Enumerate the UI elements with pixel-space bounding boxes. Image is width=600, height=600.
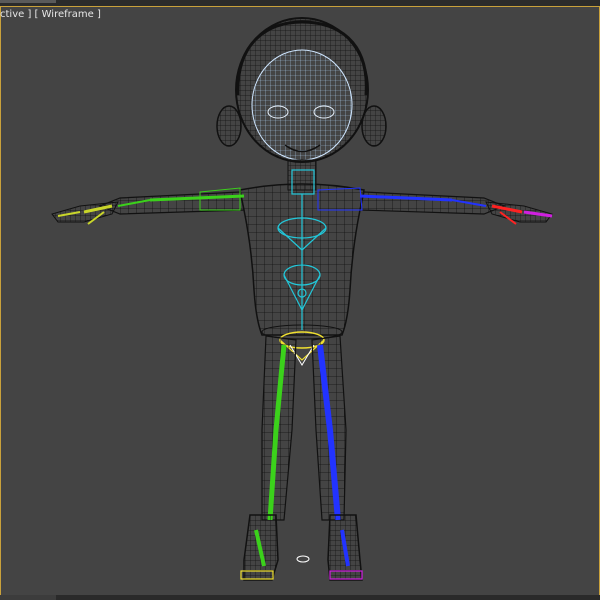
left-foot-mesh[interactable] [240, 514, 279, 581]
viewport-bottom-bar [0, 595, 600, 600]
right-hand-mesh[interactable] [485, 201, 553, 225]
left-hand-mesh[interactable] [51, 201, 119, 225]
left-arm-mesh[interactable] [98, 187, 245, 215]
ground-helper-gizmo[interactable] [296, 555, 310, 563]
left-leg-mesh[interactable] [261, 335, 297, 521]
bottom-tab-stub[interactable] [0, 595, 56, 600]
right-foot-mesh[interactable] [327, 514, 363, 581]
viewport-perspective[interactable]: ctive ] [ Wireframe ] [0, 0, 600, 600]
right-leg-mesh[interactable] [311, 335, 347, 521]
head-mesh[interactable] [216, 17, 387, 191]
character-wireframe[interactable] [0, 0, 600, 600]
